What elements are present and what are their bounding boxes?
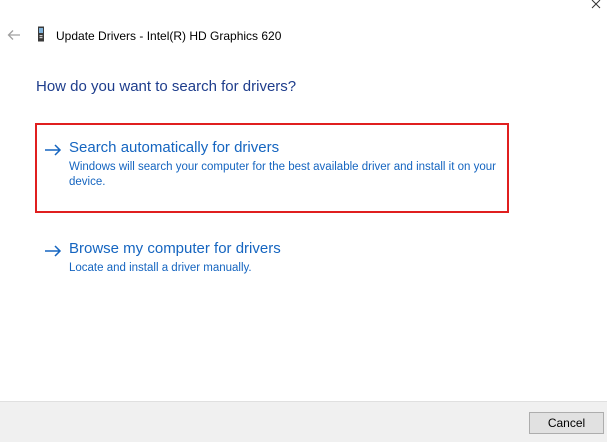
right-arrow-icon [45, 144, 62, 156]
page-heading: How do you want to search for drivers? [36, 78, 297, 95]
option-title: Browse my computer for drivers [69, 240, 281, 257]
option-description: Locate and install a driver manually. [69, 262, 252, 274]
device-icon [38, 26, 44, 42]
option-description: Windows will search your computer for th… [69, 161, 496, 188]
window-title: Update Drivers - Intel(R) HD Graphics 62… [56, 29, 282, 43]
option-title: Search automatically for drivers [69, 139, 280, 156]
back-button[interactable] [6, 27, 22, 43]
cancel-button[interactable]: Cancel [529, 412, 604, 434]
back-arrow-icon [7, 30, 20, 40]
dialog-footer: Cancel [0, 401, 607, 442]
close-icon[interactable] [591, 0, 603, 10]
right-arrow-icon [45, 245, 62, 257]
title-bar: Update Drivers - Intel(R) HD Graphics 62… [0, 22, 607, 50]
option-search-automatically[interactable]: Search automatically for drivers Windows… [44, 139, 504, 199]
option-browse-computer[interactable]: Browse my computer for drivers Locate an… [44, 240, 504, 280]
